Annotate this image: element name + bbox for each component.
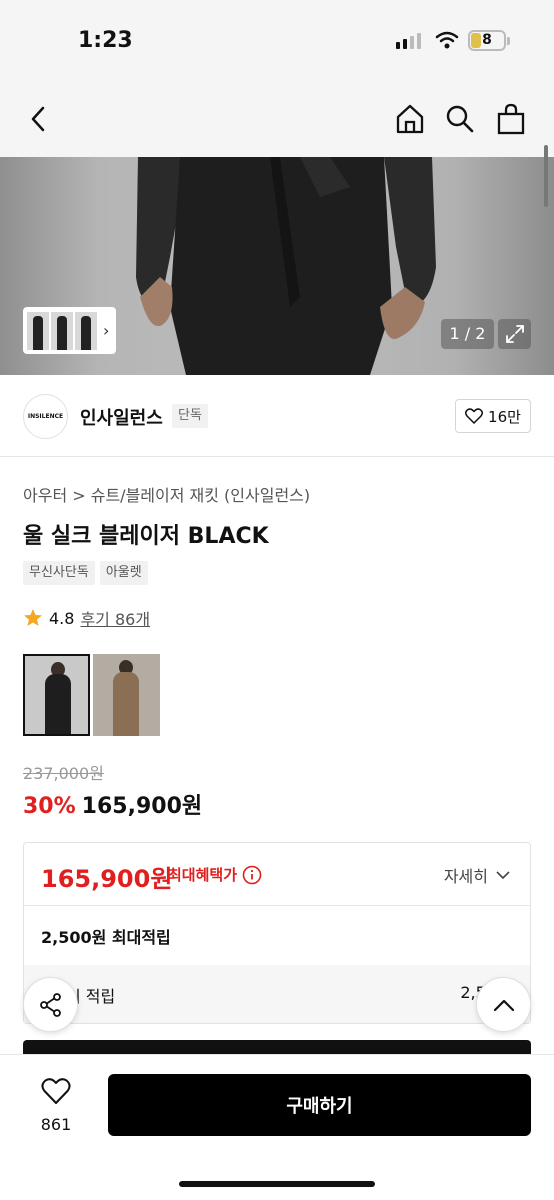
thumbnail-image [75, 311, 97, 350]
product-image[interactable]: › 1 / 2 [0, 157, 554, 375]
rating-score: 4.8 [49, 608, 75, 628]
thumbnail-image [51, 311, 73, 350]
chevron-up-icon [493, 999, 514, 1011]
signal-icon [396, 33, 421, 49]
brand-row: INSILENCE 인사일런스 단독 16만 [0, 375, 554, 457]
detail-toggle[interactable]: 자세히 [444, 863, 510, 887]
heart-icon [465, 408, 484, 424]
expand-icon[interactable] [498, 319, 531, 349]
status-time: 1:23 [78, 28, 133, 53]
wishlist-count: 861 [40, 1115, 72, 1134]
product-tags: 무신사단독 아울렛 [23, 561, 148, 585]
divider [24, 905, 530, 906]
battery-icon: 8 [468, 30, 506, 51]
max-points: 2,500원 최대적립 [41, 928, 171, 947]
wifi-icon [435, 30, 459, 54]
app-header [0, 80, 554, 157]
image-page-indicator: 1 / 2 [441, 319, 494, 349]
tag-outlet: 아울렛 [99, 561, 148, 585]
sale-price-row: 30% 165,900원 [23, 788, 202, 820]
battery-level: 8 [482, 32, 492, 48]
max-benefit-price: 165,900원 [41, 865, 173, 893]
heart-icon [41, 1078, 71, 1104]
color-option-brown[interactable] [93, 654, 160, 736]
chevron-right-icon: › [103, 321, 110, 340]
category-breadcrumb[interactable]: 아우터 > 슈트/블레이저 재킷 (인사일런스) [23, 482, 310, 506]
brand-name[interactable]: 인사일런스 [80, 404, 163, 430]
brand-logo-text: INSILENCE [27, 413, 64, 420]
product-title: 울 실크 블레이저 BLACK [23, 524, 269, 549]
max-benefit-label[interactable]: 최대혜택가 [168, 864, 262, 885]
max-benefit-text: 최대혜택가 [168, 866, 238, 884]
search-icon[interactable] [443, 102, 477, 136]
detail-label: 자세히 [443, 867, 488, 886]
shopping-bag-icon[interactable] [494, 102, 528, 136]
status-bar: 1:23 8 [0, 0, 554, 80]
star-icon [24, 609, 42, 626]
thumbnail-image [27, 311, 49, 350]
brand-like-count: 16만 [488, 407, 521, 426]
share-button[interactable] [23, 977, 78, 1032]
image-thumbnail-strip[interactable]: › [23, 307, 116, 354]
rating-row: 4.8 후기 86개 [23, 606, 150, 630]
share-icon [39, 992, 61, 1017]
bottom-action-bar: 861 구매하기 [0, 1054, 554, 1200]
benefit-box: 165,900원 최대혜택가 자세히 2,500원 최대적립 기 적립 2,5( [23, 842, 531, 1024]
original-price: 237,000원 [23, 764, 104, 783]
battery-cap [507, 37, 510, 45]
brand-like-button[interactable]: 16만 [455, 399, 531, 433]
points-row: 기 적립 2,5( [24, 965, 530, 1023]
discount-rate: 30% [23, 794, 76, 819]
review-link[interactable]: 후기 86개 [80, 606, 150, 630]
tag-exclusive: 무신사단독 [23, 561, 95, 585]
brand-logo[interactable]: INSILENCE [23, 394, 68, 439]
sale-price: 165,900원 [81, 794, 203, 819]
info-icon [242, 865, 262, 884]
wishlist-button[interactable]: 861 [30, 1077, 82, 1134]
color-option-black[interactable] [23, 654, 90, 736]
brand-exclusive-badge: 단독 [172, 404, 208, 428]
back-icon[interactable] [22, 102, 56, 136]
scrollbar [544, 145, 548, 207]
chevron-down-icon [496, 870, 510, 879]
home-icon[interactable] [393, 102, 427, 136]
scroll-top-button[interactable] [476, 977, 531, 1032]
home-indicator [179, 1181, 375, 1187]
buy-button[interactable]: 구매하기 [108, 1074, 531, 1136]
